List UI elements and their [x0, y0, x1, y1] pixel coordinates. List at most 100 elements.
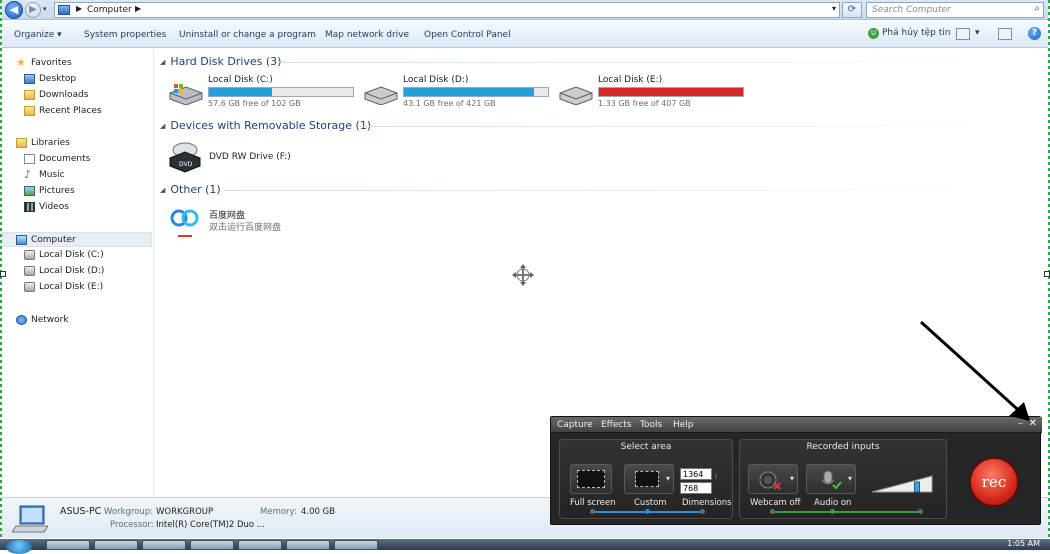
collapse-triangle-icon[interactable]: ◢ — [160, 122, 165, 130]
sidebar-item-downloads[interactable]: Downloads — [2, 88, 152, 103]
webcam-button[interactable]: ▾ — [748, 464, 798, 494]
sidebar-item-libraries[interactable]: Libraries — [2, 136, 152, 151]
sidebar-item-desktop[interactable]: Desktop — [2, 72, 152, 87]
input-slider-dot[interactable] — [770, 509, 775, 514]
view-dropdown-icon[interactable]: ▾ — [975, 28, 980, 38]
chevron-down-icon[interactable]: ▾ — [848, 474, 852, 483]
address-row: ◀ ▶ ▾ ▶ Computer ▶ ▾ ⟳ Search Computer ⌕ — [2, 0, 1048, 20]
lock-aspect-icon[interactable]: ⁞ — [715, 473, 717, 481]
sidebar-item-videos[interactable]: Videos — [2, 200, 152, 215]
preview-pane-button[interactable] — [998, 28, 1012, 40]
sidebar-item-music[interactable]: ♪ Music — [2, 168, 152, 183]
chevron-down-icon[interactable]: ▾ — [666, 474, 670, 483]
search-input[interactable]: Search Computer ⌕ — [866, 2, 1044, 18]
menu-capture[interactable]: Capture — [557, 420, 593, 430]
help-button[interactable]: ? — [1028, 27, 1041, 40]
audio-level-slider[interactable] — [870, 472, 936, 494]
taskbar-button-app[interactable] — [334, 540, 378, 550]
record-button[interactable]: rec — [969, 457, 1019, 507]
height-input[interactable]: 768 — [680, 482, 712, 494]
forward-button[interactable]: ▶ — [25, 2, 41, 18]
sidebar-item-pictures[interactable]: Pictures — [2, 184, 152, 199]
baidu-netdisk-tile[interactable]: 百度网盘 双击运行百度网盘 — [168, 204, 368, 242]
sidebar-item-documents[interactable]: Documents — [2, 152, 152, 167]
system-properties-button[interactable]: System properties — [84, 30, 166, 40]
taskbar-button-app[interactable] — [286, 540, 330, 550]
full-screen-icon — [577, 470, 605, 488]
group-title: Devices with Removable Storage (1) — [170, 119, 372, 132]
address-bar[interactable]: ▶ Computer ▶ ▾ — [54, 2, 840, 18]
taskbar-button-ie[interactable] — [46, 540, 90, 550]
input-slider-dot[interactable] — [918, 509, 923, 514]
area-slider-dot[interactable] — [645, 509, 650, 514]
drive-name: Local Disk (E:) — [598, 75, 663, 85]
chevron-down-icon[interactable]: ▾ — [790, 474, 794, 483]
open-control-panel-button[interactable]: Open Control Panel — [424, 30, 511, 40]
sidebar-item-recent-places[interactable]: Recent Places — [2, 104, 152, 119]
custom-area-icon — [635, 471, 659, 487]
input-slider-dot[interactable] — [830, 509, 835, 514]
menu-tools[interactable]: Tools — [640, 420, 662, 430]
music-icon: ♪ — [24, 168, 32, 181]
memory-value: 4.00 GB — [301, 507, 336, 517]
minimize-icon[interactable]: – — [1018, 418, 1023, 429]
breadcrumb-chevron-icon[interactable]: ▶ — [135, 4, 141, 13]
uninstall-program-button[interactable]: Uninstall or change a program — [179, 30, 316, 40]
microphone-icon — [821, 470, 842, 490]
start-button[interactable] — [6, 540, 32, 554]
drive-tile-d[interactable]: Local Disk (D:) 43.1 GB free of 421 GB — [363, 75, 553, 113]
sidebar-item-favorites[interactable]: ★ Favorites — [2, 56, 152, 71]
collapse-triangle-icon[interactable]: ◢ — [160, 58, 165, 66]
group-header-removable-storage[interactable]: ◢ Devices with Removable Storage (1) — [160, 119, 371, 132]
taskbar-button-firefox[interactable] — [142, 540, 186, 550]
sidebar-item-label: Downloads — [39, 90, 89, 100]
sidebar-item-label: Videos — [39, 202, 69, 212]
taskbar-button-app[interactable] — [238, 540, 282, 550]
resize-handle-right[interactable] — [1044, 271, 1050, 277]
move-cursor-icon — [512, 264, 534, 286]
recent-pages-dropdown[interactable]: ▾ — [43, 5, 47, 13]
map-network-drive-button[interactable]: Map network drive — [325, 30, 409, 40]
custom-area-button[interactable]: ▾ — [624, 464, 674, 494]
refresh-button[interactable]: ⟳ — [842, 2, 862, 18]
sidebar-item-network[interactable]: Network — [2, 313, 152, 328]
drive-tile-c[interactable]: Local Disk (C:) 57.6 GB free of 102 GB — [168, 75, 358, 113]
dvd-drive-tile[interactable]: DVD DVD RW Drive (F:) — [168, 140, 368, 176]
resize-handle-left[interactable] — [0, 271, 6, 277]
breadcrumb[interactable]: Computer — [87, 5, 132, 15]
area-slider-dot[interactable] — [700, 509, 705, 514]
system-clock[interactable]: 1:05 AM — [1007, 539, 1040, 548]
breadcrumb-chevron-icon[interactable]: ▶ — [76, 4, 82, 13]
sidebar-item-label: Music — [39, 170, 65, 180]
search-icon[interactable]: ⌕ — [1034, 3, 1040, 14]
group-header-other[interactable]: ◢ Other (1) — [160, 183, 221, 196]
drive-tile-e[interactable]: Local Disk (E:) 1.33 GB free of 407 GB — [558, 75, 748, 113]
organize-button[interactable]: Organize ▾ — [14, 30, 62, 40]
menu-effects[interactable]: Effects — [601, 420, 632, 430]
collapse-triangle-icon[interactable]: ◢ — [160, 186, 165, 194]
close-icon[interactable]: ✕ — [1029, 418, 1037, 429]
menu-help[interactable]: Help — [673, 420, 694, 430]
sidebar-item-label: Computer — [31, 235, 76, 245]
panel-title: Recorded inputs — [806, 442, 880, 452]
dvd-drive-label: DVD RW Drive (F:) — [209, 152, 291, 162]
taskbar-button-explorer[interactable] — [94, 540, 138, 550]
computer-icon — [58, 5, 70, 15]
back-button[interactable]: ◀ — [5, 1, 23, 19]
change-view-button[interactable] — [956, 28, 970, 40]
area-slider-dot[interactable] — [590, 509, 595, 514]
full-screen-button[interactable] — [570, 464, 612, 494]
sidebar-item-computer[interactable]: Computer — [2, 232, 152, 247]
sidebar-item-disk-c[interactable]: Local Disk (C:) — [2, 248, 152, 263]
sidebar-item-disk-d[interactable]: Local Disk (D:) — [2, 264, 152, 279]
audio-button[interactable]: ▾ — [806, 464, 856, 494]
shred-file-button[interactable]: U Phá hủy tệp tin — [868, 28, 950, 39]
dvd-icon-text: DVD — [179, 161, 193, 168]
group-header-hard-disk-drives[interactable]: ◢ Hard Disk Drives (3) — [160, 55, 281, 68]
audio-level-knob[interactable] — [914, 481, 920, 493]
width-input[interactable]: 1364 — [680, 468, 712, 480]
chevron-down-icon[interactable]: ▾ — [832, 4, 836, 13]
taskbar-button-app[interactable] — [190, 540, 234, 550]
sidebar-item-disk-e[interactable]: Local Disk (E:) — [2, 280, 152, 295]
drive-icon — [24, 282, 35, 292]
